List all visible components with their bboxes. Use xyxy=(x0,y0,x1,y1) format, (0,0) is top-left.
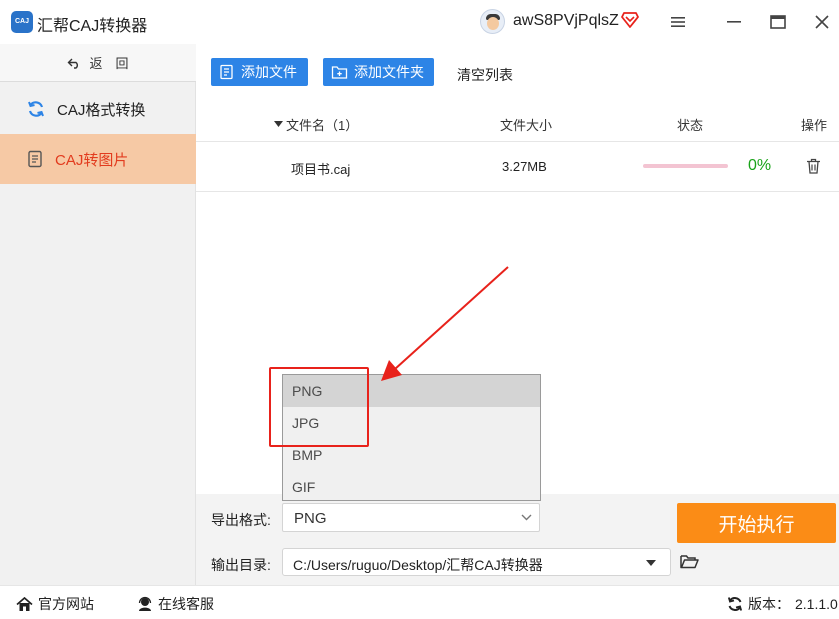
home-icon xyxy=(16,596,33,611)
add-file-icon xyxy=(220,64,233,80)
close-icon xyxy=(815,15,829,29)
format-select-value: PNG xyxy=(294,510,327,527)
close-button[interactable] xyxy=(810,10,834,34)
website-label: 官方网站 xyxy=(38,596,94,612)
format-select[interactable]: PNG xyxy=(282,503,540,532)
minimize-button[interactable] xyxy=(722,10,746,34)
app-logo: CAJ xyxy=(11,11,33,33)
sidebar-item-label: CAJ转图片 xyxy=(55,151,129,169)
output-path-select[interactable]: C:/Users/ruguo/Desktop/汇帮CAJ转换器 xyxy=(282,548,671,576)
divider xyxy=(196,141,839,142)
website-link[interactable]: 官方网站 xyxy=(16,594,94,614)
divider xyxy=(196,191,839,192)
column-header-name-label: 文件名（1） xyxy=(286,118,359,133)
hamburger-icon xyxy=(671,17,685,27)
support-label: 在线客服 xyxy=(158,596,214,612)
back-button[interactable]: 返 回 xyxy=(0,44,196,82)
version-number: 2.1.1.0 xyxy=(795,596,838,612)
online-support-link[interactable]: 在线客服 xyxy=(137,594,214,614)
column-header-name[interactable]: 文件名（1） xyxy=(274,115,358,134)
headset-icon xyxy=(138,596,152,611)
maximize-icon xyxy=(770,15,786,29)
caret-down-icon xyxy=(646,560,656,566)
sidebar-item-caj-format[interactable]: CAJ格式转换 xyxy=(0,84,196,134)
format-label: 导出格式: xyxy=(211,512,271,528)
folder-open-icon[interactable] xyxy=(680,554,699,569)
trash-icon[interactable] xyxy=(806,158,821,174)
sidebar-item-caj-to-image[interactable]: CAJ转图片 xyxy=(0,134,196,184)
output-path-value: C:/Users/ruguo/Desktop/汇帮CAJ转换器 xyxy=(293,557,543,573)
highlight-box-annotation xyxy=(269,367,369,447)
format-option-gif[interactable]: GIF xyxy=(283,471,540,503)
add-folder-label: 添加文件夹 xyxy=(354,64,424,80)
progress-bar xyxy=(643,164,728,168)
clear-list-button[interactable]: 清空列表 xyxy=(457,65,513,85)
menu-button[interactable] xyxy=(666,10,690,34)
sort-down-icon xyxy=(274,121,283,127)
minimize-icon xyxy=(727,21,741,23)
file-size-cell: 3.27MB xyxy=(502,159,547,174)
add-file-button[interactable]: 添加文件 xyxy=(211,58,308,86)
chevron-down-icon xyxy=(521,514,532,521)
user-avatar[interactable] xyxy=(480,9,505,34)
output-label: 输出目录: xyxy=(211,557,271,573)
document-icon xyxy=(28,150,42,168)
vip-diamond-icon[interactable] xyxy=(621,11,639,29)
footer xyxy=(0,585,839,619)
version-label: 版本： xyxy=(748,596,790,612)
column-header-size: 文件大小 xyxy=(500,118,553,133)
app-title: 汇帮CAJ转换器 xyxy=(37,18,148,35)
refresh-icon xyxy=(727,597,743,611)
version-info[interactable]: 版本： 2.1.1.0 xyxy=(727,594,838,614)
start-button[interactable]: 开始执行 xyxy=(677,503,836,543)
back-arrow-icon xyxy=(67,58,79,69)
file-name-cell: 项目书.caj xyxy=(291,162,351,177)
username[interactable]: awS8PVjPqlsZ xyxy=(513,12,619,30)
back-label: 返 回 xyxy=(89,56,129,71)
column-header-action: 操作 xyxy=(801,118,828,133)
column-header-status: 状态 xyxy=(677,118,704,133)
add-folder-button[interactable]: 添加文件夹 xyxy=(323,58,434,86)
maximize-button[interactable] xyxy=(766,10,790,34)
progress-percent: 0% xyxy=(748,157,772,174)
add-folder-icon xyxy=(331,66,348,79)
sidebar-item-label: CAJ格式转换 xyxy=(57,101,146,119)
add-file-label: 添加文件 xyxy=(241,64,297,80)
refresh-icon xyxy=(28,101,44,117)
